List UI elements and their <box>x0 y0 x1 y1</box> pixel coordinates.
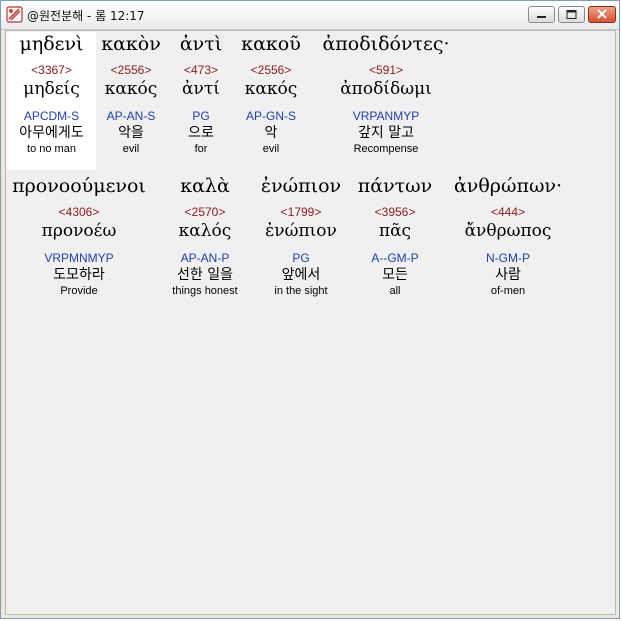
word-kakou[interactable]: κακοῦ <2556> κακός AP-GN-S 악 evil <box>236 32 306 156</box>
strong-number[interactable]: <4306> <box>6 205 152 219</box>
greek-word: ἐνώπιον <box>260 175 342 197</box>
strong-number[interactable]: <591> <box>312 63 460 77</box>
strong-number[interactable]: <2556> <box>236 63 306 77</box>
strong-number[interactable]: <473> <box>172 63 230 77</box>
close-button[interactable] <box>588 6 616 23</box>
word-kala[interactable]: καλὰ <2570> καλός AP-AN-P 선한 일을 things h… <box>158 174 252 298</box>
greek-word: κακὸν <box>101 33 161 55</box>
morph-code[interactable]: AP-AN-S <box>98 109 164 123</box>
strong-number[interactable]: <3956> <box>353 205 437 219</box>
minimize-button[interactable] <box>528 6 555 23</box>
word-apodidontes[interactable]: ἀποδιδόντες· <591> ἀποδίδωμι VRPANMYP 갚지… <box>312 32 460 156</box>
korean-gloss: 갚지 말고 <box>358 125 414 141</box>
morph-code[interactable]: PG <box>172 109 230 123</box>
korean-gloss: 악 <box>264 125 278 141</box>
greek-word: κακοῦ <box>241 33 301 55</box>
strong-number[interactable]: <2556> <box>98 63 164 77</box>
english-gloss: all <box>389 285 401 297</box>
strong-number[interactable]: <444> <box>446 205 570 219</box>
greek-word: μηδενὶ <box>19 33 84 55</box>
morph-code[interactable]: VRPANMYP <box>312 109 460 123</box>
morph-code[interactable]: PG <box>254 251 348 265</box>
interlinear-panel: μηδενὶ <3367> μηδείς APCDM-S 아무에게도 to no… <box>5 30 616 615</box>
strong-number[interactable]: <1799> <box>254 205 348 219</box>
lemma: μηδείς <box>23 79 80 99</box>
english-gloss: Provide <box>60 285 98 297</box>
korean-gloss: 으로 <box>188 125 214 141</box>
morph-code[interactable]: VRPMNMYP <box>6 251 152 265</box>
english-gloss: things honest <box>172 285 238 297</box>
close-icon <box>597 9 607 19</box>
lemma: ἄνθρωπος <box>464 221 552 241</box>
greek-word: ἀποδιδόντες· <box>322 33 450 55</box>
word-mhdeni[interactable]: μηδενὶ <3367> μηδείς APCDM-S 아무에게도 to no… <box>7 32 96 170</box>
korean-gloss: 악을 <box>118 125 144 141</box>
morph-code[interactable]: APCDM-S <box>7 109 96 123</box>
lemma: κακός <box>104 79 158 99</box>
english-gloss: in the sight <box>274 285 328 297</box>
lemma: καλός <box>178 221 232 241</box>
word-enopion[interactable]: ἐνώπιον <1799> ἐνώπιον PG 앞에서 in the sig… <box>254 174 348 298</box>
strong-number[interactable]: <3367> <box>7 63 96 77</box>
strong-number[interactable]: <2570> <box>158 205 252 219</box>
morph-code[interactable]: N-GM-P <box>446 251 570 265</box>
morph-code[interactable]: AP-AN-P <box>158 251 252 265</box>
minimize-icon <box>537 16 546 18</box>
word-anti[interactable]: ἀντὶ <473> ἀντί PG 으로 for <box>172 32 230 156</box>
morph-code[interactable]: A--GM-P <box>353 251 437 265</box>
korean-gloss: 모든 <box>382 267 408 283</box>
greek-word: καλὰ <box>180 175 230 197</box>
maximize-icon <box>566 10 577 19</box>
lemma: προνοέω <box>41 221 117 241</box>
word-pronooumenoi[interactable]: προνοούμενοι <4306> προνοέω VRPMNMYP 도모하… <box>6 174 152 298</box>
word-kakon[interactable]: κακὸν <2556> κακός AP-AN-S 악을 evil <box>98 32 164 156</box>
app-logo-icon[interactable] <box>6 6 23 23</box>
english-gloss: evil <box>122 143 140 155</box>
korean-gloss: 앞에서 <box>281 267 321 283</box>
english-gloss: Recompense <box>353 143 419 155</box>
english-gloss: for <box>194 143 208 155</box>
greek-word: ἀνθρώπων· <box>453 175 563 197</box>
word-panton[interactable]: πάντων <3956> πᾶς A--GM-P 모든 all <box>353 174 437 298</box>
lemma: ἀντί <box>182 79 220 99</box>
title-bar[interactable]: @원전분해 - 롬 12:17 <box>1 1 619 30</box>
english-gloss: of-men <box>490 285 526 297</box>
greek-word: προνοούμενοι <box>12 175 146 197</box>
lemma: πᾶς <box>378 221 412 241</box>
korean-gloss: 도모하라 <box>53 267 105 283</box>
lemma: ἐνώπιον <box>265 221 337 241</box>
lemma: κακός <box>244 79 298 99</box>
morph-code[interactable]: AP-GN-S <box>236 109 306 123</box>
korean-gloss: 선한 일을 <box>177 267 233 283</box>
english-gloss: to no man <box>27 143 76 155</box>
window-title: @원전분해 - 롬 12:17 <box>27 9 145 23</box>
app-window: @원전분해 - 롬 12:17 μηδενὶ <3367> μηδείς APC… <box>0 0 620 619</box>
english-gloss: evil <box>262 143 280 155</box>
korean-gloss: 사람 <box>495 267 521 283</box>
greek-word: πάντων <box>357 175 433 197</box>
lemma: ἀποδίδωμι <box>340 79 432 99</box>
korean-gloss: 아무에게도 <box>19 125 84 141</box>
greek-word: ἀντὶ <box>179 33 223 55</box>
maximize-button[interactable] <box>558 6 585 23</box>
word-anthropon[interactable]: ἀνθρώπων· <444> ἄνθρωπος N-GM-P 사람 of-me… <box>446 174 570 298</box>
